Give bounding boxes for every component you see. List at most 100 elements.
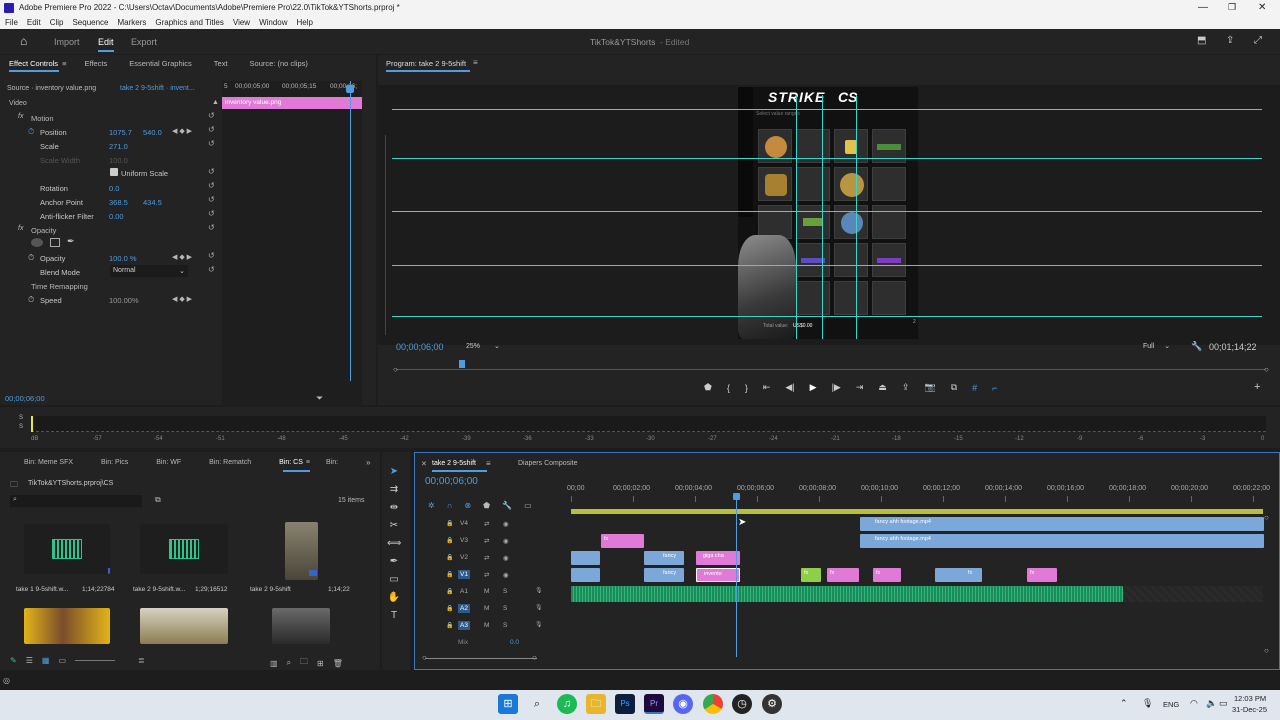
track-lock-icon[interactable]: 🔒 <box>446 537 453 544</box>
clock-app-icon[interactable]: ◷ <box>732 694 752 714</box>
mix-value[interactable]: 0.0 <box>510 639 519 646</box>
wrench-icon[interactable]: 🔧 <box>1191 341 1202 352</box>
hscroll-left-icon[interactable]: ○ <box>422 653 427 662</box>
clip-fx-v1-3[interactable]: fx <box>873 568 901 582</box>
program-viewport[interactable]: STRIKE CS Select value ranges Total <box>378 85 1280 345</box>
bin-tab-more[interactable]: Bin: <box>326 459 338 466</box>
bin-tab-wf[interactable]: Bin: WF <box>156 459 181 466</box>
clip-fancy-v3[interactable]: fancy ahh footage.mp4 <box>860 534 1264 548</box>
menu-clip[interactable]: Clip <box>50 18 64 27</box>
photoshop-icon[interactable]: Ps <box>615 694 635 714</box>
track-mic-icon[interactable]: 🎙 <box>535 587 543 594</box>
tab-edit[interactable]: Edit <box>98 37 114 47</box>
speed-keyframe-icon[interactable]: ◀ ◆ ▶ <box>172 295 192 303</box>
anchor-reset-icon[interactable]: ↺ <box>208 195 215 204</box>
pen-tool-icon[interactable]: ✒ <box>387 556 401 570</box>
tab-essential-graphics[interactable]: Essential Graphics <box>129 59 192 68</box>
anchor-x[interactable]: 368.5 <box>109 198 128 207</box>
scale-value[interactable]: 271.0 <box>109 142 128 151</box>
find-icon[interactable]: ⌕ <box>287 658 291 668</box>
track-sync-icon[interactable]: ⇄ <box>484 554 489 562</box>
position-reset-icon[interactable]: ↺ <box>208 125 215 134</box>
clip-fancy-v1[interactable]: fancy <box>644 568 684 582</box>
menu-graphics[interactable]: Graphics and Titles <box>155 18 223 27</box>
speed-value[interactable]: 100.00% <box>109 296 139 305</box>
scale-reset-icon[interactable]: ↺ <box>208 139 215 148</box>
more-tabs-icon[interactable]: » <box>366 458 370 467</box>
clock-date[interactable]: 31-Dec-25 <box>1232 705 1267 714</box>
track-eye-icon[interactable]: ◉ <box>503 571 509 579</box>
new-item-icon[interactable]: ⊞ <box>317 659 324 668</box>
track-solo-icon[interactable]: S <box>503 588 507 595</box>
extract-icon[interactable]: ⇪ <box>902 382 910 393</box>
sequence-menu-icon[interactable]: ≡ <box>486 459 491 468</box>
ec-timecode[interactable]: 00;00;06;00 <box>5 394 45 403</box>
bin-menu-icon[interactable]: ≡ <box>306 459 310 466</box>
clip-fancy-v2[interactable]: fancy <box>644 551 684 565</box>
menu-markers[interactable]: Markers <box>118 18 147 27</box>
go-to-in-icon[interactable]: ⇤ <box>763 382 771 393</box>
scrub-start-icon[interactable]: ○ <box>393 365 398 374</box>
selection-tool-icon[interactable]: ➤ <box>387 466 401 480</box>
track-label[interactable]: A3 <box>458 621 470 630</box>
minimize-button[interactable]: — <box>1198 2 1208 13</box>
position-x[interactable]: 1075.7 <box>109 128 132 137</box>
clock-time[interactable]: 12:03 PM <box>1234 694 1266 703</box>
motion-label[interactable]: Motion <box>31 114 54 123</box>
blend-reset-icon[interactable]: ↺ <box>208 265 215 274</box>
pencil-icon[interactable]: ✎ <box>10 656 17 665</box>
tab-text[interactable]: Text <box>214 59 228 68</box>
tab-effects[interactable]: Effects <box>84 59 107 68</box>
close-button[interactable]: ✕ <box>1258 2 1266 13</box>
blend-mode-select[interactable]: Normal ⌄ <box>110 265 188 277</box>
program-scrub-head[interactable] <box>459 360 465 368</box>
spotify-icon[interactable]: ♫ <box>557 694 577 714</box>
timeline-playhead-handle[interactable] <box>733 493 740 500</box>
play-icon[interactable]: ▶ <box>810 382 817 393</box>
clip-inventory-v1[interactable]: invento <box>696 568 740 582</box>
anchor-y[interactable]: 434.5 <box>143 198 162 207</box>
track-mute-icon[interactable]: M <box>484 588 489 595</box>
pen-mask-icon[interactable]: ✒ <box>67 236 75 247</box>
menu-view[interactable]: View <box>233 18 250 27</box>
home-icon[interactable]: ⌂ <box>20 34 27 48</box>
razor-icon[interactable]: ✂ <box>387 520 401 534</box>
sequence-selector[interactable]: take 2 9-5shift · invent... <box>120 85 195 92</box>
step-forward-icon[interactable]: |▶ <box>832 382 841 393</box>
clip-fancy-v4[interactable]: fancy ahh footage.mp4 <box>860 517 1264 531</box>
clip-v2-a[interactable] <box>571 551 600 565</box>
track-label[interactable]: V3 <box>458 536 470 545</box>
bin-tab-rematch[interactable]: Bin: Rematch <box>209 459 251 466</box>
button-editor-icon[interactable]: + <box>1254 381 1260 393</box>
position-y[interactable]: 540.0 <box>143 128 162 137</box>
scrub-end-icon[interactable]: ○ <box>1264 365 1269 374</box>
clip-fx-v1-4[interactable]: fx <box>1027 568 1057 582</box>
project-item-6[interactable] <box>272 608 330 644</box>
timeline-hscroll[interactable] <box>425 658 537 659</box>
ellipse-mask-icon[interactable] <box>31 238 43 247</box>
sort-icon[interactable]: ≣ <box>138 656 145 665</box>
track-sync-icon[interactable]: ⇄ <box>484 520 489 528</box>
flicker-reset-icon[interactable]: ↺ <box>208 209 215 218</box>
timeline-settings-icon[interactable]: 🔧 <box>502 501 512 510</box>
project-item-1[interactable] <box>24 524 110 574</box>
track-select-icon[interactable]: ⇉ <box>387 484 401 498</box>
work-area-bar[interactable] <box>571 509 1263 514</box>
hand-tool-icon[interactable]: ✋ <box>387 592 401 606</box>
menu-window[interactable]: Window <box>259 18 287 27</box>
track-lock-icon[interactable]: 🔒 <box>446 588 453 595</box>
menu-sequence[interactable]: Sequence <box>72 18 108 27</box>
windows-start-icon[interactable]: ⊞ <box>498 694 518 714</box>
clip-audio-a1[interactable] <box>571 586 1123 602</box>
slip-icon[interactable]: ⟺ <box>387 538 401 552</box>
trash-icon[interactable]: 🗑 <box>333 659 343 668</box>
type-tool-icon[interactable]: T <box>387 610 401 624</box>
mark-out-icon[interactable]: } <box>745 383 748 393</box>
clip-fx-v1-1[interactable]: fx <box>801 568 821 582</box>
discord-icon[interactable]: ◉ <box>673 694 693 714</box>
premiere-taskbar-icon[interactable]: Pr <box>644 694 664 714</box>
clip-giga-v2[interactable]: giga cha <box>696 551 740 565</box>
mic-icon[interactable]: 🎙 <box>1142 698 1153 709</box>
fullscreen-icon[interactable]: ⤢ <box>1254 35 1262 46</box>
project-item-5[interactable] <box>140 608 228 644</box>
